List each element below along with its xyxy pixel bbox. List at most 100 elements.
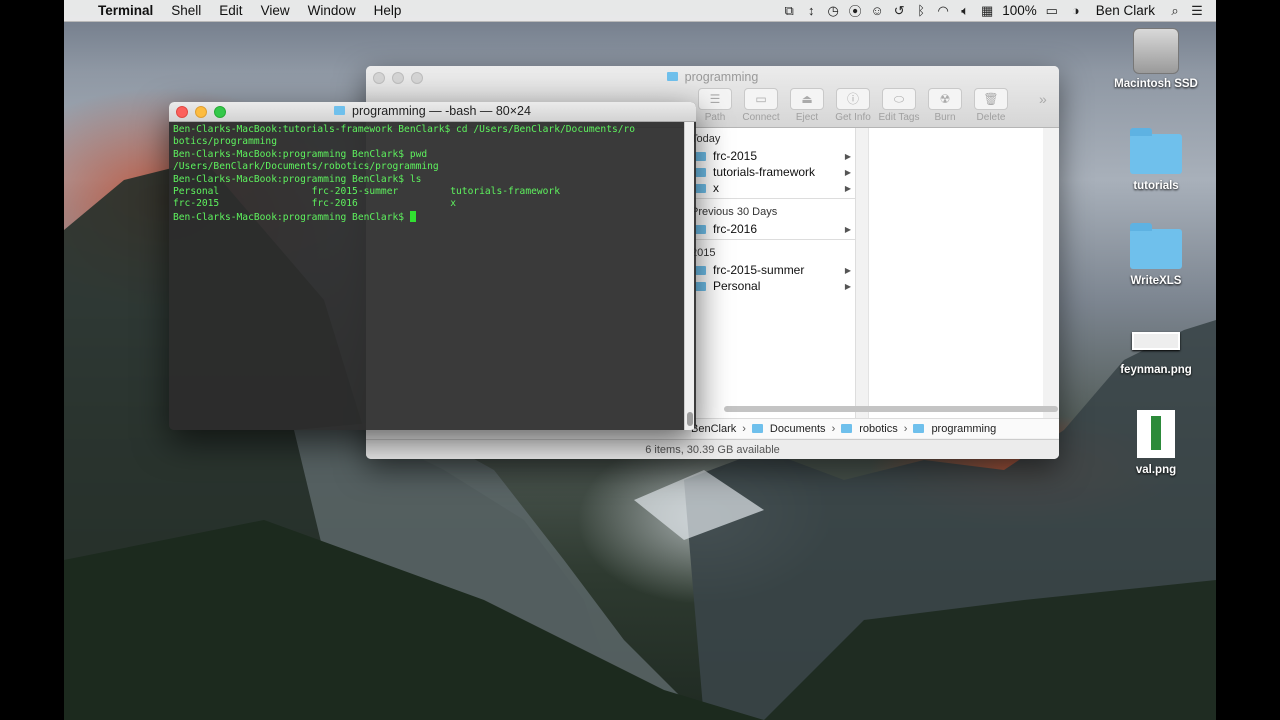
- group-header-today: Today: [691, 133, 721, 145]
- chevron-right-icon: ▶: [844, 224, 851, 234]
- menu-app-terminal[interactable]: Terminal: [89, 3, 162, 18]
- terminal-output[interactable]: Ben-Clarks-MacBook:tutorials-framework B…: [169, 122, 696, 226]
- desktop-icon-writexls[interactable]: WriteXLS: [1111, 223, 1201, 287]
- menu-window[interactable]: Window: [299, 3, 365, 18]
- chevron-right-icon: ▶: [844, 167, 851, 177]
- list-item[interactable]: Personal ▶: [691, 278, 855, 294]
- user-name[interactable]: Ben Clark: [1087, 3, 1164, 18]
- desktop-icon-tutorials[interactable]: tutorials: [1111, 128, 1201, 192]
- terminal-titlebar[interactable]: programming — -bash — 80×24: [169, 102, 696, 122]
- group-header-2015: 2015: [691, 247, 716, 259]
- folder-icon: [751, 424, 763, 433]
- chevron-right-icon: ›: [742, 422, 746, 435]
- text-cursor: [409, 210, 416, 222]
- sync-arrows-icon[interactable]: ↕: [800, 3, 822, 18]
- record-icon[interactable]: ⦿: [844, 1, 866, 20]
- scrollbar-thumb[interactable]: [687, 412, 693, 426]
- path-crumb-documents[interactable]: Documents: [751, 423, 826, 435]
- time-machine-icon[interactable]: ↺: [888, 3, 910, 19]
- wifi-icon[interactable]: ◠: [932, 3, 954, 19]
- eject-icon: ⏏: [790, 88, 824, 110]
- keyboard-icon[interactable]: ▦: [976, 3, 998, 19]
- chevron-right-icon: ▶: [844, 151, 851, 161]
- toolbar-get-info[interactable]: ⓘ Get Info: [830, 88, 876, 123]
- desktop: Terminal Shell Edit View Window Help ⧉ ↕…: [64, 0, 1216, 720]
- path-crumb-robotics[interactable]: robotics: [841, 423, 898, 435]
- desktop-icon-label: WriteXLS: [1130, 275, 1182, 287]
- finder-list-column: Today frc-2015 ▶ tutorials-framework ▶ x ▶ …: [691, 128, 856, 418]
- clock-icon[interactable]: ◑: [1065, 3, 1087, 18]
- chevron-right-icon: ▶: [844, 265, 851, 275]
- terminal-prompt: Ben-Clarks-MacBook:programming BenClark$: [173, 211, 410, 223]
- terminal-line: botics/programming: [173, 136, 277, 148]
- horizontal-scrollbar[interactable]: [724, 406, 1058, 412]
- menu-shell[interactable]: Shell: [162, 3, 210, 18]
- list-item[interactable]: frc-2016 ▶: [691, 221, 855, 237]
- chevron-right-icon: ›: [831, 422, 836, 435]
- hard-drive-icon: [1133, 28, 1179, 74]
- folder-icon: [695, 183, 706, 193]
- desktop-icon-macintosh-ssd[interactable]: Macintosh SSD: [1111, 28, 1201, 90]
- vertical-scrollbar[interactable]: [684, 122, 694, 430]
- folder-icon: [695, 281, 706, 291]
- toolbar-connect[interactable]: ▭ Connect: [738, 88, 784, 123]
- terminal-line: Ben-Clarks-MacBook:programming BenClark$…: [173, 173, 422, 185]
- bluetooth-icon[interactable]: ᛒ: [910, 3, 932, 18]
- menu-edit[interactable]: Edit: [210, 3, 251, 18]
- screen-share-icon[interactable]: ⧉: [778, 3, 800, 19]
- folder-icon: [695, 265, 706, 275]
- menu-bar: Terminal Shell Edit View Window Help ⧉ ↕…: [64, 0, 1216, 22]
- chevron-right-icon: ▶: [844, 281, 851, 291]
- terminal-line: Ben-Clarks-MacBook:programming BenClark$…: [173, 148, 428, 160]
- folder-icon: [695, 151, 706, 161]
- list-item[interactable]: tutorials-framework ▶: [691, 164, 855, 180]
- path-crumb-programming[interactable]: programming: [913, 423, 996, 435]
- notification-center-icon[interactable]: ☰: [1186, 3, 1208, 19]
- tag-icon: ⬭: [882, 88, 916, 110]
- path-crumb-benclark[interactable]: BenClark: [691, 423, 736, 435]
- spotlight-search-icon[interactable]: ⌕: [1164, 3, 1186, 19]
- group-header-previous-30-days: Previous 30 Days: [691, 206, 778, 218]
- path-icon: ☰: [698, 88, 732, 110]
- menu-help[interactable]: Help: [365, 3, 411, 18]
- toolbar-path[interactable]: ☰ Path: [692, 88, 738, 123]
- toolbar-burn[interactable]: ☢ Burn: [922, 88, 968, 123]
- folder-icon: [334, 106, 346, 115]
- terminal-prompt-line[interactable]: Ben-Clarks-MacBook:programming BenClark$: [173, 210, 692, 224]
- terminal-line: Personal frc-2015-summer tutorials-frame…: [173, 186, 560, 198]
- toolbar-eject[interactable]: ⏏ Eject: [784, 88, 830, 123]
- image-thumbnail-icon: [1137, 410, 1175, 458]
- desktop-icon-feynman-png[interactable]: feynman.png: [1111, 318, 1201, 376]
- terminal-line: /Users/BenClark/Documents/robotics/progr…: [173, 161, 439, 173]
- toolbar-overflow-icon[interactable]: »: [1039, 91, 1047, 107]
- status-area: ⧉ ↕ ◷ ⦿ ☺ ↺ ᛒ ◠ 🔈︎ ▦ 100% ▭ ◑ Ben Clark …: [778, 1, 1216, 20]
- desktop-icon-label: feynman.png: [1120, 364, 1192, 376]
- terminal-line: Ben-Clarks-MacBook:tutorials-framework B…: [173, 124, 636, 135]
- folder-icon: [913, 424, 925, 433]
- folder-icon: [1130, 223, 1182, 269]
- chevron-right-icon: ▶: [844, 183, 851, 193]
- menu-view[interactable]: View: [252, 3, 299, 18]
- battery-percent[interactable]: 100%: [998, 3, 1039, 18]
- info-icon: ⓘ: [836, 88, 870, 110]
- list-item[interactable]: frc-2015-summer ▶: [691, 262, 855, 278]
- finder-preview-column: [868, 128, 1043, 418]
- terminal-window: programming — -bash — 80×24 Ben-Clarks-M…: [169, 102, 696, 430]
- list-item[interactable]: frc-2015 ▶: [691, 148, 855, 164]
- list-item[interactable]: x ▶: [691, 180, 855, 196]
- desktop-icon-label: tutorials: [1133, 180, 1179, 192]
- connect-icon: ▭: [744, 88, 778, 110]
- accessibility-icon[interactable]: ☺: [866, 3, 888, 18]
- timer-icon[interactable]: ◷: [822, 3, 844, 19]
- chevron-right-icon: ›: [903, 422, 908, 435]
- finder-status-bar: 6 items, 30.39 GB available: [366, 439, 1059, 459]
- desktop-icon-val-png[interactable]: val.png: [1111, 410, 1201, 476]
- folder-icon: [841, 424, 853, 433]
- image-thumbnail-icon: [1132, 332, 1180, 350]
- volume-icon[interactable]: 🔈︎: [954, 3, 976, 19]
- toolbar-edit-tags[interactable]: ⬭ Edit Tags: [876, 88, 922, 123]
- path-bar: BenClark › Documents › robotics › programmi…: [691, 418, 1059, 438]
- toolbar-delete[interactable]: 🗑︎ Delete: [968, 88, 1014, 123]
- battery-icon[interactable]: ▭: [1039, 3, 1065, 19]
- folder-icon: [666, 72, 678, 81]
